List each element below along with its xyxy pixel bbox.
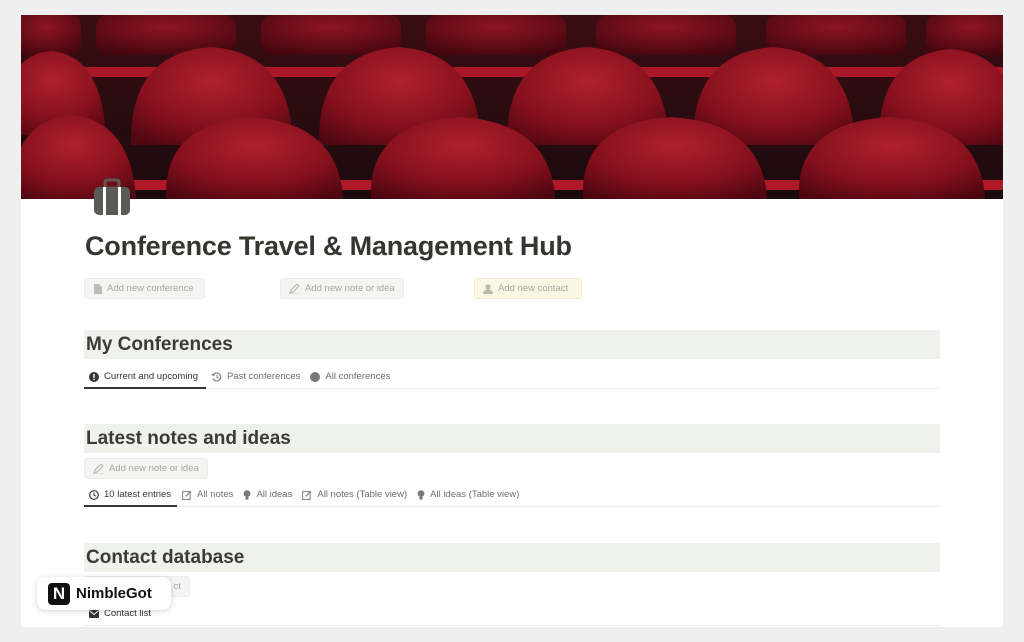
nimblegot-watermark: N NimbleGot [37, 577, 171, 610]
theater-seats-illustration [21, 15, 1003, 199]
person-icon [483, 283, 493, 294]
add-new-note-button[interactable]: Add new note or idea [280, 278, 404, 299]
tab-label: Past conferences [227, 371, 301, 382]
button-label: Add new note or idea [305, 283, 395, 294]
section-header-contacts: Contact database [84, 543, 940, 572]
add-new-conference-button[interactable]: Add new conference [84, 278, 205, 299]
tab-all-notes-table[interactable]: All notes (Table view) [297, 483, 412, 506]
page-title: Conference Travel & Management Hub [85, 231, 572, 261]
tab-current-and-upcoming[interactable]: Current and upcoming [84, 365, 206, 389]
add-new-contact-button[interactable]: Add new contact [474, 278, 582, 299]
lightbulb-icon [417, 489, 425, 500]
tab-past-conferences[interactable]: Past conferences [206, 365, 305, 388]
tab-label: 10 latest entries [104, 489, 172, 500]
notes-view-tabs: 10 latest entries All notes All ideas Al… [84, 483, 940, 507]
pen-icon [289, 283, 300, 294]
clock-icon [89, 489, 99, 500]
history-icon [211, 371, 222, 381]
pen-icon [93, 463, 104, 474]
tab-all-ideas[interactable]: All ideas [238, 483, 297, 506]
tab-label: All ideas [256, 489, 293, 500]
suitcase-icon[interactable] [91, 178, 133, 218]
tab-label: All conferences [325, 371, 391, 382]
document-icon [94, 283, 102, 294]
tab-all-ideas-table[interactable]: All ideas (Table view) [412, 483, 524, 506]
tab-label: All ideas (Table view) [430, 489, 520, 500]
contacts-view-tabs: Contact list [84, 602, 940, 626]
button-label: ct [173, 581, 181, 592]
tab-label: Current and upcoming [104, 371, 198, 382]
button-label: Add new note or idea [109, 463, 199, 474]
mail-icon [89, 609, 99, 618]
button-label: Add new contact [498, 283, 569, 294]
filled-circle-icon [310, 371, 321, 382]
tab-label: All notes (Table view) [317, 489, 408, 500]
section-header-notes: Latest notes and ideas [84, 424, 940, 453]
exclamation-circle-icon [89, 371, 99, 382]
nimblegot-logo: N [48, 582, 70, 605]
tab-10-latest-entries[interactable]: 10 latest entries [84, 483, 177, 507]
cover-image[interactable] [21, 15, 1003, 199]
conference-view-tabs: Current and upcoming Past conferences Al… [84, 365, 940, 389]
edit-icon [182, 490, 192, 500]
button-label: Add new conference [107, 283, 194, 294]
tab-all-notes[interactable]: All notes [177, 483, 238, 506]
brand-name: NimbleGot [76, 585, 152, 602]
add-note-inline-button[interactable]: Add new note or idea [84, 458, 208, 479]
tab-all-conferences[interactable]: All conferences [305, 365, 395, 388]
edit-icon [302, 490, 312, 500]
notion-page: Conference Travel & Management Hub Add n… [21, 15, 1003, 627]
section-header-conferences: My Conferences [84, 330, 940, 359]
section-title: Contact database [86, 546, 245, 568]
lightbulb-icon [244, 489, 251, 500]
section-title: Latest notes and ideas [86, 427, 291, 449]
tab-label: All notes [197, 489, 234, 500]
section-title: My Conferences [86, 333, 233, 355]
